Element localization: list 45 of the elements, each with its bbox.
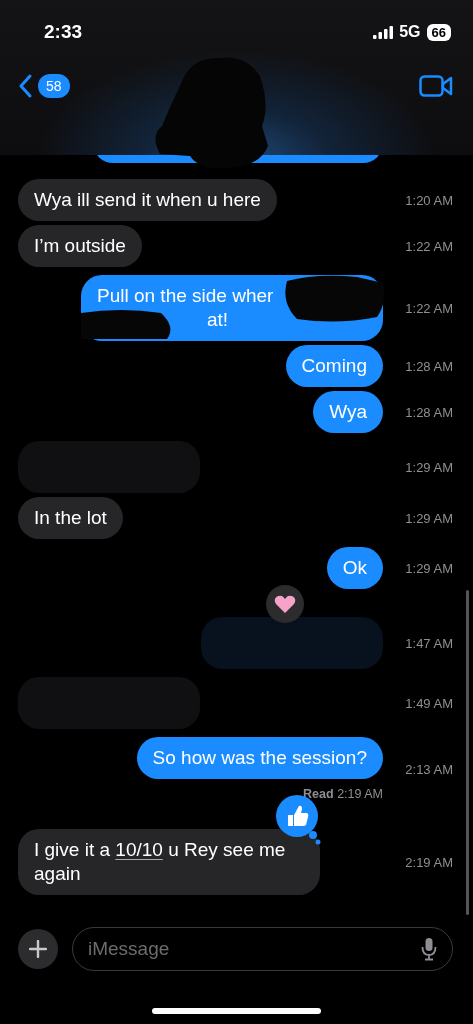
- message-bubble[interactable]: Pull on the side wher at!: [81, 275, 383, 341]
- message-text: I’m outside: [34, 235, 126, 256]
- video-call-icon[interactable]: [419, 75, 453, 97]
- message-time: 1:28 AM: [404, 358, 454, 374]
- message-bubble[interactable]: Ok: [326, 547, 383, 589]
- message-time: 2:13 AM: [404, 761, 454, 777]
- signal-icon: [373, 25, 394, 39]
- message-time: 1:29 AM: [404, 510, 454, 526]
- message-time: 1:29 AM: [404, 459, 454, 475]
- plus-icon: [29, 940, 47, 958]
- message-text: Wya ill send it when u here: [34, 189, 261, 210]
- back-button[interactable]: 58: [18, 74, 70, 98]
- message-text: Ok: [342, 557, 367, 578]
- message-text: at!: [207, 309, 229, 330]
- message-text: Pull on the side wher: [97, 285, 274, 306]
- message-bubble[interactable]: Coming: [285, 345, 383, 387]
- message-bubble[interactable]: I give it a 10/10 u Rey see me again: [18, 829, 320, 895]
- message-bubble[interactable]: I’m outside: [18, 225, 142, 267]
- message-time: 1:49 AM: [404, 695, 454, 711]
- network-label: 5G: [399, 23, 421, 41]
- message-time: 1:20 AM: [404, 192, 454, 208]
- heart-reaction-icon[interactable]: [266, 585, 304, 623]
- message-time: 1:22 AM: [404, 300, 454, 316]
- message-text: Coming: [301, 355, 367, 376]
- message-bubble[interactable]: So how was the session?: [136, 737, 383, 779]
- message-text: In the lot: [34, 507, 107, 528]
- message-input-field[interactable]: iMessage: [72, 927, 453, 971]
- message-time: 1:47 AM: [404, 635, 454, 651]
- message-text: So how was the session?: [152, 747, 367, 768]
- message-time: 1:28 AM: [404, 404, 454, 420]
- message-bubble[interactable]: Wya: [313, 391, 383, 433]
- message-bubble[interactable]: In the lot: [18, 497, 123, 539]
- message-time: 1:22 AM: [404, 238, 454, 254]
- unread-badge: 58: [38, 74, 70, 98]
- message-text: I give it a 10/10 u Rey see me again: [34, 839, 286, 884]
- message-time: 1:29 AM: [404, 560, 454, 576]
- message-time: 2:19 AM: [404, 854, 454, 870]
- status-time: 2:33: [44, 21, 83, 43]
- read-receipt: Read 2:19 AM: [303, 787, 383, 801]
- message-bubble[interactable]: Wya ill send it when u here: [18, 179, 277, 221]
- microphone-icon[interactable]: [421, 937, 437, 961]
- chevron-left-icon: [18, 74, 32, 98]
- message-text: Wya: [329, 401, 367, 422]
- battery-indicator: 66: [426, 23, 451, 41]
- add-button[interactable]: [18, 929, 58, 969]
